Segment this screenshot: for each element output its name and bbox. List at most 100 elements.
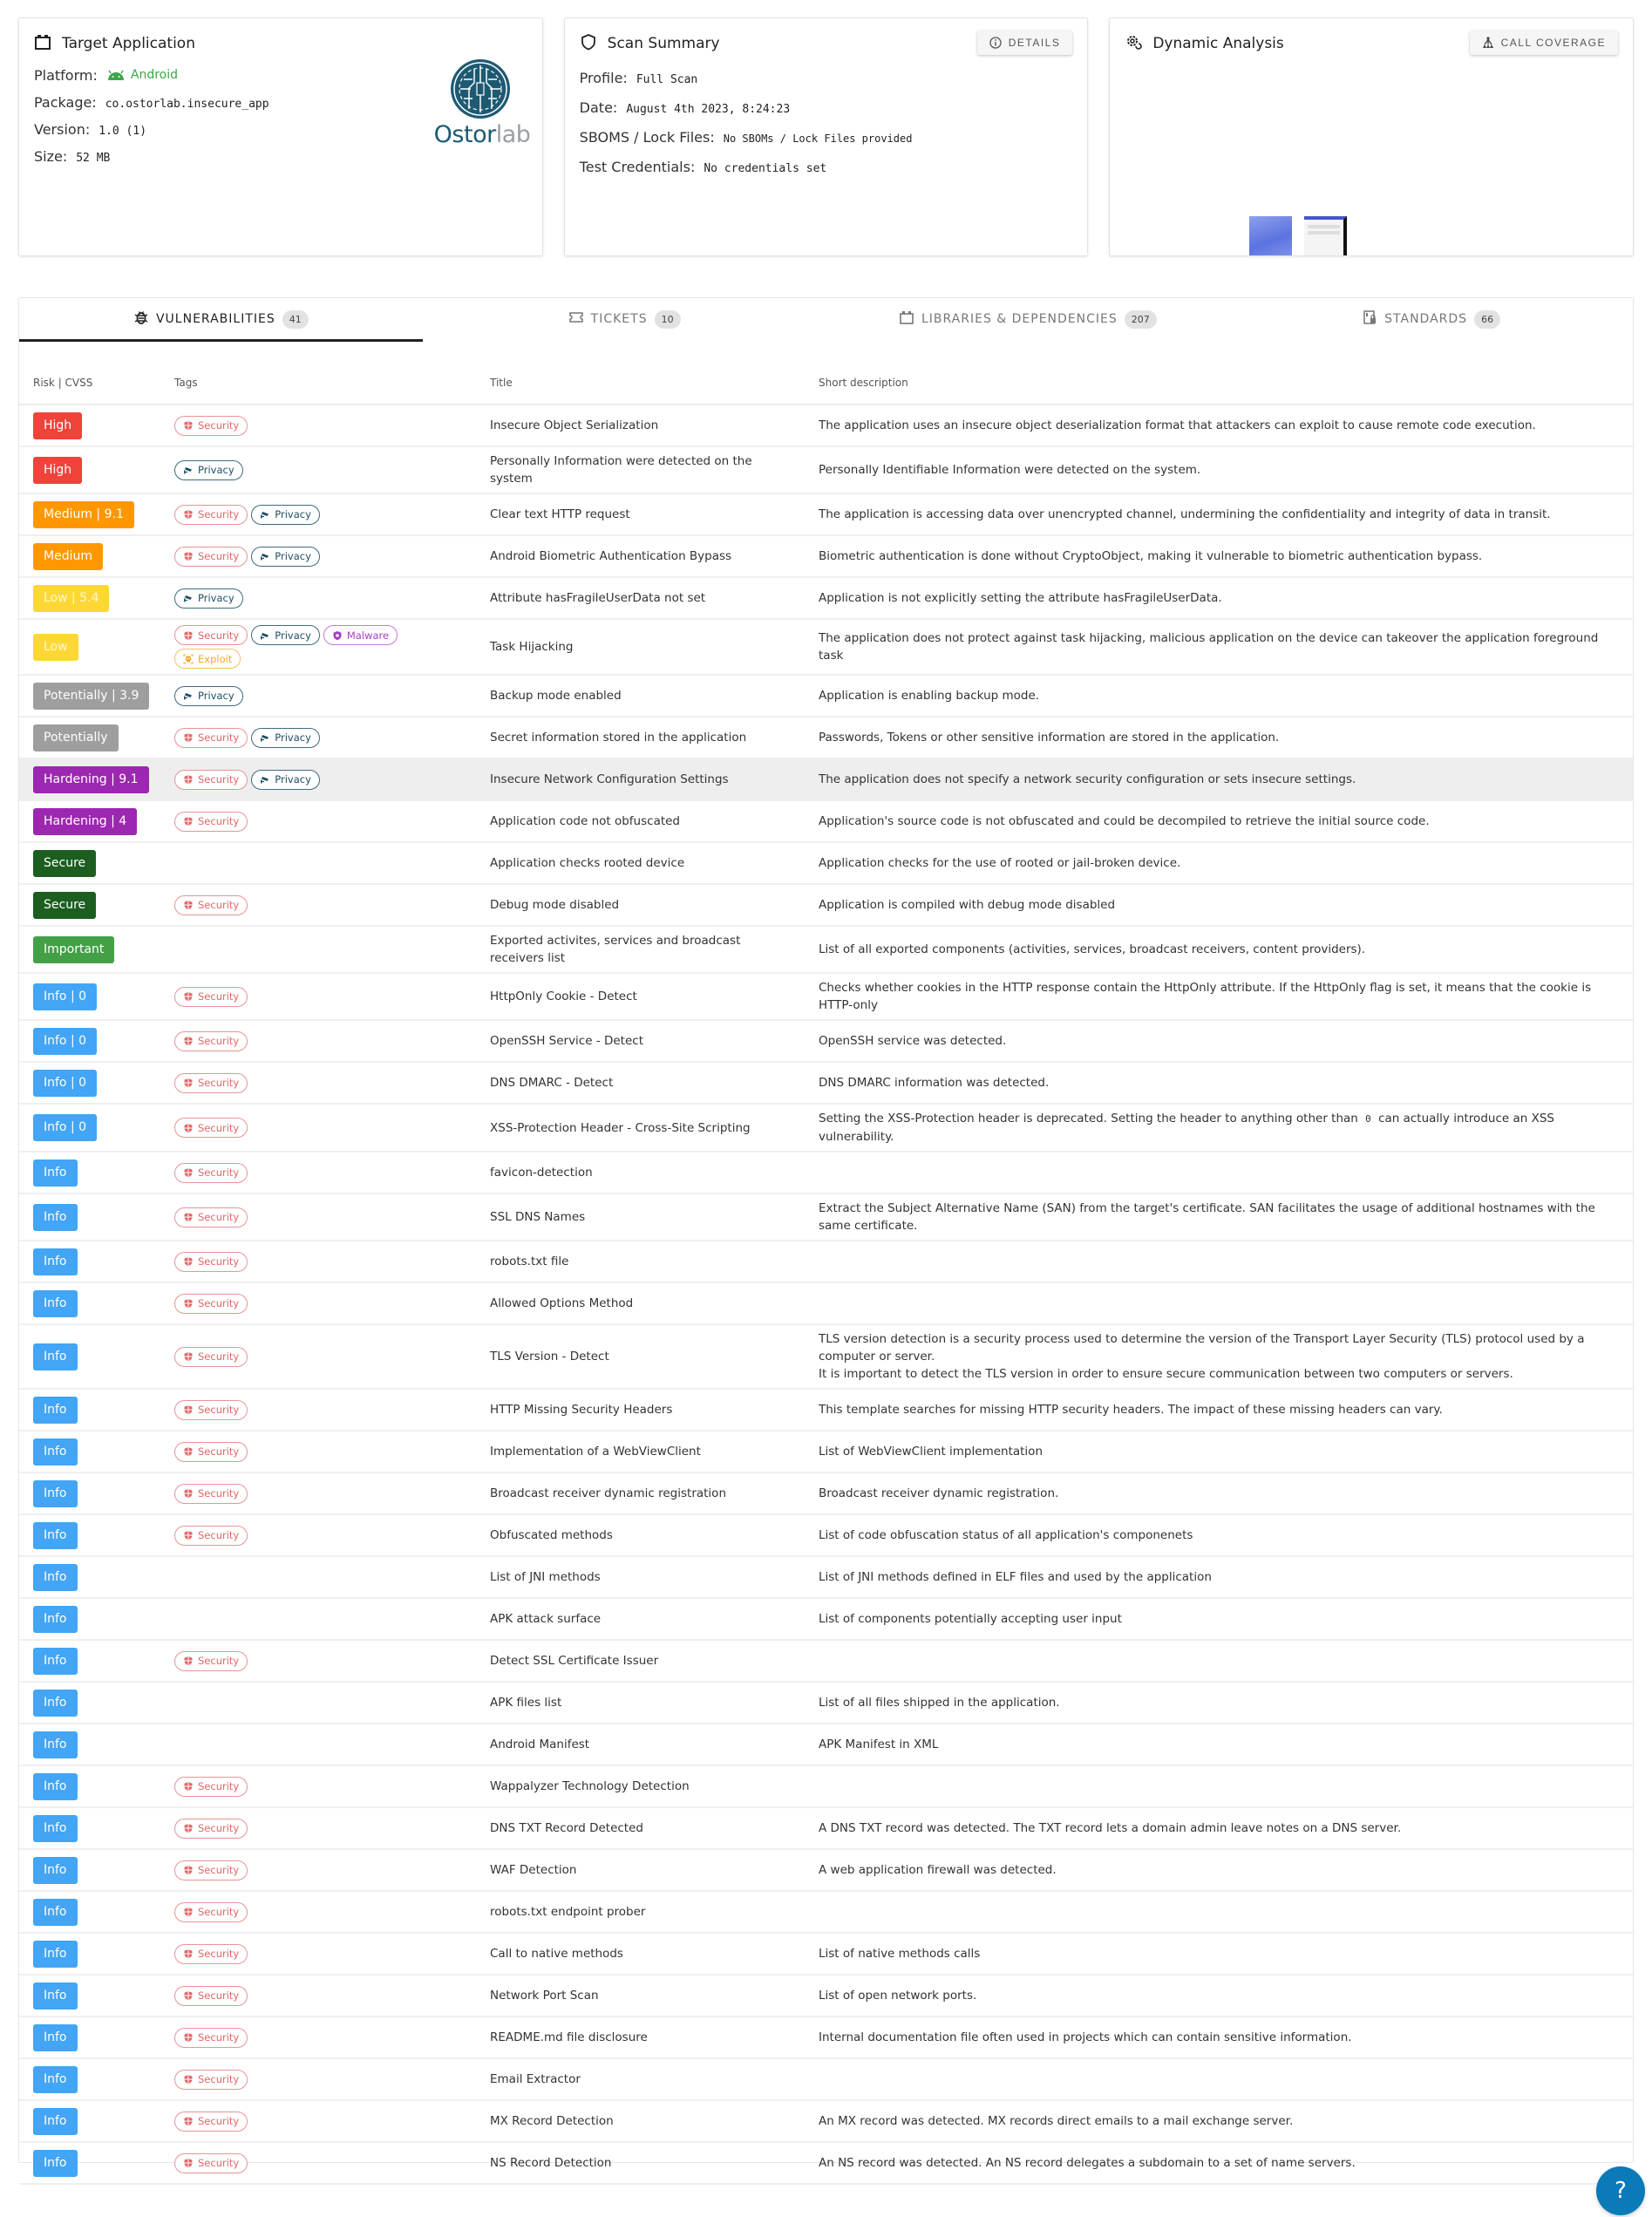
vulnerability-title[interactable]: Debug mode disabled [490,898,619,912]
details-button[interactable]: DETAILS [976,31,1073,55]
title-cell[interactable]: Obfuscated methods [476,1514,805,1557]
vulnerability-title[interactable]: SSL DNS Names [490,1210,585,1224]
table-row[interactable]: Info List of JNI methods List of JNI metho… [19,1556,1633,1599]
table-row[interactable]: Info Security Call to native methods List o… [19,1933,1633,1976]
risk-badge[interactable]: Medium | 9.1 [33,500,134,528]
risk-badge[interactable]: Info [33,1982,78,2010]
vulnerability-title[interactable]: Personally Information were detected on … [490,454,752,486]
vulnerability-title[interactable]: Implementation of a WebViewClient [490,1445,701,1459]
risk-badge[interactable]: Info [33,2149,78,2177]
title-cell[interactable]: Task Hijacking [476,619,805,676]
table-row[interactable]: Info Security Allowed Options Method [19,1282,1633,1325]
risk-badge[interactable]: Potentially | 3.9 [33,682,150,710]
table-row[interactable]: High Security Insecure Object Serializatio… [19,405,1633,447]
tag-exploit[interactable]: Exploit [174,649,241,669]
risk-badge[interactable]: Hardening | 9.1 [33,765,149,793]
tag-security[interactable]: Security [174,415,248,436]
table-row[interactable]: Info Security Obfuscated methods List of co… [19,1514,1633,1557]
title-cell[interactable]: List of JNI methods [476,1556,805,1599]
vulnerability-title[interactable]: Insecure Object Serialization [490,418,658,432]
title-cell[interactable]: Allowed Options Method [476,1282,805,1325]
title-cell[interactable]: robots.txt file [476,1241,805,1283]
title-cell[interactable]: Insecure Object Serialization [476,405,805,447]
tab-standards[interactable]: STANDARDS 66 [1229,298,1633,340]
title-cell[interactable]: APK files list [476,1682,805,1724]
risk-badge[interactable]: Info [33,1521,78,1549]
vulnerability-title[interactable]: OpenSSH Service - Detect [490,1034,643,1048]
title-cell[interactable]: DNS TXT Record Detected [476,1807,805,1850]
title-cell[interactable]: favicon-detection [476,1152,805,1194]
tag-privacy[interactable]: Privacy [251,625,320,645]
vulnerability-title[interactable]: Android Manifest [490,1738,589,1751]
table-row[interactable]: Info Security MX Record Detection An MX rec… [19,2100,1633,2143]
table-row[interactable]: Low | 5.4 Privacy Attribute hasFragileUser… [19,577,1633,620]
tag-security[interactable]: Security [174,1399,248,1420]
table-row[interactable]: Info Security README.md file disclosure Int… [19,2016,1633,2059]
tag-security[interactable]: Security [174,1901,248,1922]
vulnerability-title[interactable]: HTTP Missing Security Headers [490,1403,672,1417]
vulnerability-title[interactable]: Obfuscated methods [490,1528,613,1542]
risk-badge[interactable]: Secure [33,891,97,919]
vulnerability-title[interactable]: Backup mode enabled [490,689,622,703]
tag-security[interactable]: Security [174,2027,248,2048]
title-cell[interactable]: Implementation of a WebViewClient [476,1431,805,1473]
title-cell[interactable]: MX Record Detection [476,2100,805,2143]
risk-badge[interactable]: Info [33,1898,78,1926]
title-cell[interactable]: Application checks rooted device [476,842,805,885]
tag-privacy[interactable]: Privacy [251,769,320,790]
title-cell[interactable]: NS Record Detection [476,2142,805,2185]
tag-security[interactable]: Security [174,2152,248,2173]
tag-security[interactable]: Security [174,1860,248,1880]
tag-security[interactable]: Security [174,1483,248,1504]
title-cell[interactable]: OpenSSH Service - Detect [476,1020,805,1063]
table-row[interactable]: Info Security TLS Version - Detect TLS vers… [19,1324,1633,1390]
risk-badge[interactable]: Info | 0 [33,1114,98,1141]
title-cell[interactable]: Backup mode enabled [476,675,805,717]
tag-security[interactable]: Security [174,986,248,1007]
call-coverage-button[interactable]: CALL COVERAGE [1469,31,1619,55]
vulnerability-title[interactable]: Secret information stored in the applica… [490,731,746,745]
help-button[interactable]: ? [1596,2166,1645,2215]
table-row[interactable]: Secure Application checks rooted device Ap… [19,842,1633,885]
vulnerability-title[interactable]: XSS-Protection Header - Cross-Site Scrip… [490,1121,751,1135]
vulnerability-title[interactable]: WAF Detection [490,1863,576,1877]
column-header-risk[interactable]: Risk | CVSS [19,361,160,405]
tab-libraries-dependencies[interactable]: LIBRARIES & DEPENDENCIES 207 [826,298,1230,340]
title-cell[interactable]: Insecure Network Configuration Settings [476,758,805,801]
risk-badge[interactable]: Info [33,1159,78,1187]
tag-security[interactable]: Security [174,727,248,748]
table-row[interactable]: Info Security Implementation of a WebViewC… [19,1431,1633,1473]
vulnerability-title[interactable]: Application code not obfuscated [490,814,680,828]
tag-security[interactable]: Security [174,1251,248,1272]
table-row[interactable]: Info Security Detect SSL Certificate Issue… [19,1640,1633,1683]
vulnerability-title[interactable]: APK files list [490,1696,561,1710]
tag-security[interactable]: Security [174,811,248,832]
vulnerability-title[interactable]: Insecure Network Configuration Settings [490,772,729,786]
risk-badge[interactable]: Info [33,1605,78,1633]
table-row[interactable]: Medium | 9.1 Security Privacy Clear text HT… [19,493,1633,536]
title-cell[interactable]: WAF Detection [476,1849,805,1892]
risk-badge[interactable]: Info [33,1772,78,1800]
table-row[interactable]: Info Security Wappalyzer Technology Detect… [19,1765,1633,1808]
risk-badge[interactable]: High [33,411,83,439]
risk-badge[interactable]: Info | 0 [33,1069,98,1097]
vulnerability-title[interactable]: Email Extractor [490,2072,581,2086]
vulnerability-title[interactable]: HttpOnly Cookie - Detect [490,989,637,1003]
title-cell[interactable]: Network Port Scan [476,1975,805,2017]
title-cell[interactable]: Personally Information were detected on … [476,446,805,494]
table-row[interactable]: Info APK attack surface List of components… [19,1598,1633,1641]
risk-badge[interactable]: Info [33,1731,78,1758]
table-row[interactable]: Info Security Broadcast receiver dynamic r… [19,1472,1633,1515]
risk-badge[interactable]: Info [33,1647,78,1675]
title-cell[interactable]: Attribute hasFragileUserData not set [476,577,805,620]
vulnerability-title[interactable]: Android Biometric Authentication Bypass [490,549,731,563]
table-row[interactable]: Info Security SSL DNS Names Extract the Sub… [19,1194,1633,1241]
column-header-description[interactable]: Short description [805,361,1633,405]
column-header-title[interactable]: Title [476,361,805,405]
vulnerability-title[interactable]: robots.txt file [490,1255,568,1268]
risk-badge[interactable]: Info [33,2107,78,2135]
risk-badge[interactable]: Low [33,633,78,661]
risk-badge[interactable]: Secure [33,849,97,877]
title-cell[interactable]: HTTP Missing Security Headers [476,1389,805,1432]
vulnerability-title[interactable]: Clear text HTTP request [490,507,630,521]
